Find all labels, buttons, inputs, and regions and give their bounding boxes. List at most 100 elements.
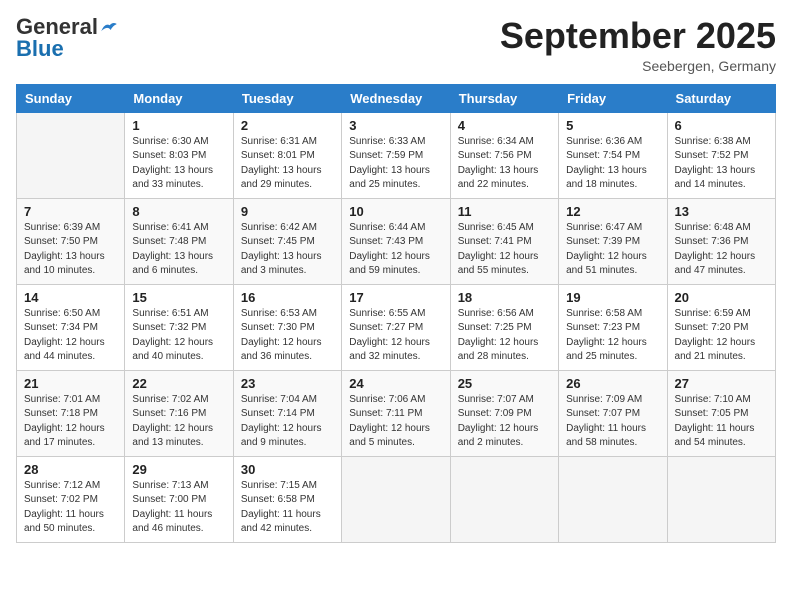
calendar-cell: 13Sunrise: 6:48 AM Sunset: 7:36 PM Dayli… [667,198,775,284]
day-number: 20 [675,290,768,305]
day-number: 28 [24,462,117,477]
calendar-cell: 21 Sunrise: 7:01 AM Sunset: 7:18 PM Dayli… [17,370,125,456]
day-info: Sunrise: 6:41 AM Sunset: 7:48 PM Dayligh… [132,221,225,279]
logo-general-text: General [16,16,98,38]
week-row-5: 28Sunrise: 7:12 AM Sunset: 7:02 PM Dayli… [17,456,776,542]
calendar-cell: 22 Sunrise: 7:02 AM Sunset: 7:16 PM Dayli… [125,370,233,456]
week-row-4: 21 Sunrise: 7:01 AM Sunset: 7:18 PM Dayli… [17,370,776,456]
page-header: General Blue September 2025 Seebergen, G… [16,16,776,74]
day-number: 15 [132,290,225,305]
calendar-cell: 27Sunrise: 7:10 AM Sunset: 7:05 PM Dayli… [667,370,775,456]
day-number: 19 [566,290,659,305]
day-number: 2 [241,118,334,133]
day-number: 17 [349,290,442,305]
calendar-cell: 28Sunrise: 7:12 AM Sunset: 7:02 PM Dayli… [17,456,125,542]
day-number: 18 [458,290,551,305]
day-info: Sunrise: 6:31 AM Sunset: 8:01 PM Dayligh… [241,135,334,193]
calendar-cell: 11 Sunrise: 6:45 AM Sunset: 7:41 PM Dayli… [450,198,558,284]
calendar-cell: 7 Sunrise: 6:39 AM Sunset: 7:50 PM Daylig… [17,198,125,284]
day-info: Sunrise: 7:09 AM Sunset: 7:07 PM Dayligh… [566,393,659,451]
calendar-cell: 19 Sunrise: 6:58 AM Sunset: 7:23 PM Dayli… [559,284,667,370]
day-number: 11 [458,204,551,219]
weekday-header-friday: Friday [559,84,667,112]
weekday-header-saturday: Saturday [667,84,775,112]
calendar-cell: 14 Sunrise: 6:50 AM Sunset: 7:34 PM Dayli… [17,284,125,370]
calendar-cell [559,456,667,542]
day-info: Sunrise: 6:47 AM Sunset: 7:39 PM Dayligh… [566,221,659,279]
day-info: Sunrise: 7:13 AM Sunset: 7:00 PM Dayligh… [132,479,225,537]
day-number: 14 [24,290,117,305]
weekday-header-wednesday: Wednesday [342,84,450,112]
day-info: Sunrise: 6:36 AM Sunset: 7:54 PM Dayligh… [566,135,659,193]
day-info: Sunrise: 6:45 AM Sunset: 7:41 PM Dayligh… [458,221,551,279]
calendar-cell: 18 Sunrise: 6:56 AM Sunset: 7:25 PM Dayli… [450,284,558,370]
calendar-cell [450,456,558,542]
day-number: 4 [458,118,551,133]
day-number: 25 [458,376,551,391]
day-info: Sunrise: 7:06 AM Sunset: 7:11 PM Dayligh… [349,393,442,451]
day-info: Sunrise: 6:44 AM Sunset: 7:43 PM Dayligh… [349,221,442,279]
day-info: Sunrise: 7:01 AM Sunset: 7:18 PM Dayligh… [24,393,117,451]
calendar-cell: 16Sunrise: 6:53 AM Sunset: 7:30 PM Dayli… [233,284,341,370]
day-number: 26 [566,376,659,391]
day-info: Sunrise: 6:48 AM Sunset: 7:36 PM Dayligh… [675,221,768,279]
calendar-table: SundayMondayTuesdayWednesdayThursdayFrid… [16,84,776,543]
logo-blue-text: Blue [16,38,64,60]
week-row-2: 7 Sunrise: 6:39 AM Sunset: 7:50 PM Daylig… [17,198,776,284]
day-info: Sunrise: 6:53 AM Sunset: 7:30 PM Dayligh… [241,307,334,365]
day-number: 7 [24,204,117,219]
title-block: September 2025 Seebergen, Germany [500,16,776,74]
day-number: 23 [241,376,334,391]
weekday-header-monday: Monday [125,84,233,112]
calendar-cell: 29 Sunrise: 7:13 AM Sunset: 7:00 PM Dayli… [125,456,233,542]
weekday-header-sunday: Sunday [17,84,125,112]
week-row-3: 14 Sunrise: 6:50 AM Sunset: 7:34 PM Dayli… [17,284,776,370]
calendar-cell: 24 Sunrise: 7:06 AM Sunset: 7:11 PM Dayli… [342,370,450,456]
day-info: Sunrise: 7:15 AM Sunset: 6:58 PM Dayligh… [241,479,334,537]
day-info: Sunrise: 6:30 AM Sunset: 8:03 PM Dayligh… [132,135,225,193]
day-number: 21 [24,376,117,391]
day-number: 29 [132,462,225,477]
day-info: Sunrise: 7:07 AM Sunset: 7:09 PM Dayligh… [458,393,551,451]
day-number: 1 [132,118,225,133]
calendar-cell: 20 Sunrise: 6:59 AM Sunset: 7:20 PM Dayli… [667,284,775,370]
day-number: 6 [675,118,768,133]
calendar-cell [342,456,450,542]
day-number: 24 [349,376,442,391]
calendar-cell: 3Sunrise: 6:33 AM Sunset: 7:59 PM Daylig… [342,112,450,198]
day-info: Sunrise: 7:02 AM Sunset: 7:16 PM Dayligh… [132,393,225,451]
day-info: Sunrise: 6:33 AM Sunset: 7:59 PM Dayligh… [349,135,442,193]
weekday-header-thursday: Thursday [450,84,558,112]
weekday-header-tuesday: Tuesday [233,84,341,112]
logo: General Blue [16,16,118,60]
day-number: 8 [132,204,225,219]
day-info: Sunrise: 6:56 AM Sunset: 7:25 PM Dayligh… [458,307,551,365]
calendar-cell: 25 Sunrise: 7:07 AM Sunset: 7:09 PM Dayli… [450,370,558,456]
weekday-header-row: SundayMondayTuesdayWednesdayThursdayFrid… [17,84,776,112]
day-info: Sunrise: 6:50 AM Sunset: 7:34 PM Dayligh… [24,307,117,365]
day-info: Sunrise: 6:51 AM Sunset: 7:32 PM Dayligh… [132,307,225,365]
location-text: Seebergen, Germany [500,58,776,74]
calendar-cell: 8 Sunrise: 6:41 AM Sunset: 7:48 PM Daylig… [125,198,233,284]
calendar-cell: 10 Sunrise: 6:44 AM Sunset: 7:43 PM Dayli… [342,198,450,284]
calendar-cell: 17 Sunrise: 6:55 AM Sunset: 7:27 PM Dayli… [342,284,450,370]
day-info: Sunrise: 6:58 AM Sunset: 7:23 PM Dayligh… [566,307,659,365]
day-number: 9 [241,204,334,219]
day-number: 27 [675,376,768,391]
day-info: Sunrise: 6:42 AM Sunset: 7:45 PM Dayligh… [241,221,334,279]
month-title: September 2025 [500,16,776,56]
day-number: 5 [566,118,659,133]
day-number: 10 [349,204,442,219]
calendar-cell: 4Sunrise: 6:34 AM Sunset: 7:56 PM Daylig… [450,112,558,198]
calendar-cell [667,456,775,542]
calendar-cell: 6Sunrise: 6:38 AM Sunset: 7:52 PM Daylig… [667,112,775,198]
day-info: Sunrise: 6:55 AM Sunset: 7:27 PM Dayligh… [349,307,442,365]
day-number: 22 [132,376,225,391]
calendar-cell: 2 Sunrise: 6:31 AM Sunset: 8:01 PM Daylig… [233,112,341,198]
day-info: Sunrise: 6:59 AM Sunset: 7:20 PM Dayligh… [675,307,768,365]
calendar-cell: 23Sunrise: 7:04 AM Sunset: 7:14 PM Dayli… [233,370,341,456]
calendar-cell: 1 Sunrise: 6:30 AM Sunset: 8:03 PM Daylig… [125,112,233,198]
day-number: 12 [566,204,659,219]
logo-bird-icon [100,20,118,34]
day-info: Sunrise: 6:39 AM Sunset: 7:50 PM Dayligh… [24,221,117,279]
